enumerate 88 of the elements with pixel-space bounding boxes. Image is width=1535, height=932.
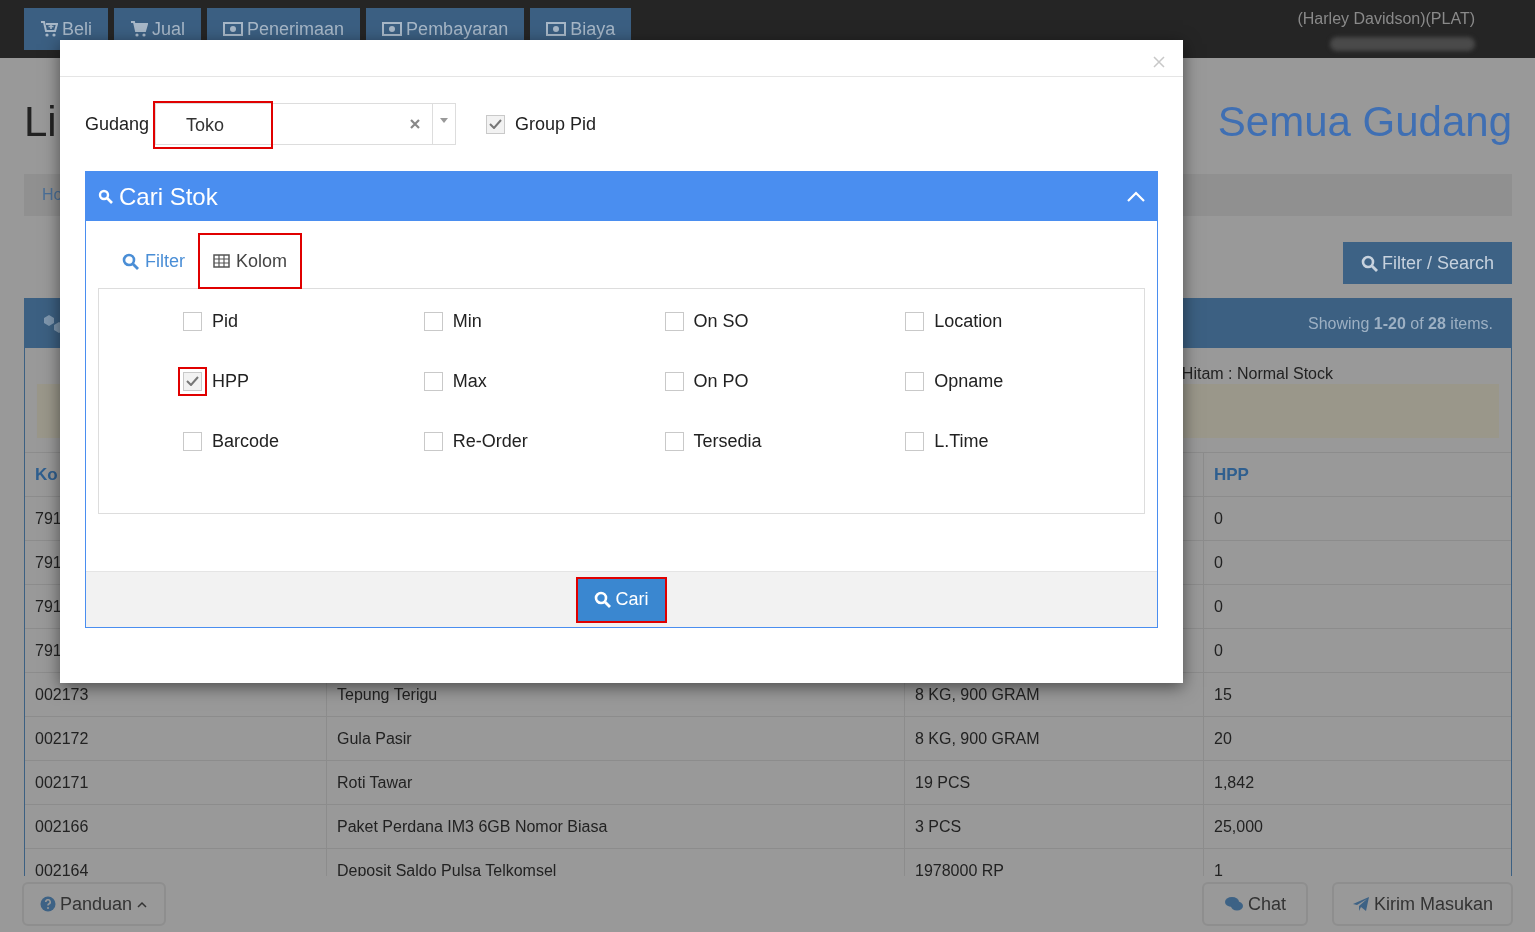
checkbox-label[interactable]: HPP	[212, 367, 249, 395]
checkbox-label[interactable]: On SO	[693, 307, 749, 335]
search-icon	[1360, 254, 1378, 272]
checkbox-label[interactable]: Location	[934, 307, 1003, 335]
table-cell-text: 25,000	[1214, 816, 1263, 837]
table-cell-text: Paket Perdana IM3 6GB Nomor Biasa	[337, 816, 608, 837]
checkbox[interactable]	[664, 371, 684, 391]
table-cell-text: 791	[35, 508, 62, 529]
check-icon	[186, 376, 199, 386]
checkbox[interactable]	[423, 371, 443, 391]
checkbox-label[interactable]: Pid	[212, 307, 238, 335]
guide-button[interactable]: Panduan	[22, 882, 167, 926]
check-icon	[489, 119, 503, 129]
table-cell-text: 791	[35, 552, 62, 573]
table-cell-text: 15	[1214, 684, 1232, 705]
page-title: Li	[24, 96, 57, 147]
table-cell-text: 19 PCS	[915, 772, 971, 793]
table-cell-text: 002173	[35, 684, 89, 705]
table-cell-text: 8 KG, 900 GRAM	[915, 728, 1040, 749]
table-cell-text: 791	[35, 640, 62, 661]
close-icon	[1153, 56, 1165, 68]
checkbox-label[interactable]: Group Pid	[515, 110, 597, 138]
table-cell-text: 20	[1214, 728, 1232, 749]
table-cell-text: 0	[1214, 508, 1223, 529]
table-cell-text: 0	[1214, 552, 1223, 573]
feedback-button[interactable]: Kirim Masukan	[1331, 882, 1513, 926]
checkbox-label[interactable]: Tersedia	[693, 427, 762, 455]
table-cell-text: 3 PCS	[915, 816, 962, 837]
checkbox-label[interactable]: Max	[452, 367, 487, 395]
checkbox-label[interactable]: Barcode	[212, 427, 280, 455]
warehouse-title: Semua Gudang	[1217, 96, 1512, 147]
table-cell-text: 791	[35, 596, 62, 617]
table-cell-text: Tepung Terigu	[337, 684, 438, 705]
chevron-up-icon[interactable]	[1127, 190, 1145, 203]
clear-icon	[410, 119, 421, 129]
checkbox[interactable]	[664, 311, 684, 331]
item-count: Showing 1-20 of 28 items.	[1308, 313, 1493, 334]
table-cell-text: Gula Pasir	[337, 728, 412, 749]
checkbox-label[interactable]: On PO	[693, 367, 749, 395]
checkbox-label[interactable]: L.Time	[934, 427, 989, 455]
legend-text: Hitam : Normal Stock	[1181, 364, 1333, 384]
chat-button[interactable]: Chat	[1201, 882, 1308, 926]
caret-up-icon	[136, 900, 149, 908]
table-cell-text: 1	[1214, 860, 1223, 881]
search-icon	[594, 591, 612, 608]
tab[interactable]: Kolom	[199, 234, 302, 288]
table-cell-text: Roti Tawar	[337, 772, 413, 793]
table-cell-text: Deposit Saldo Pulsa Telkomsel	[337, 860, 557, 881]
banknote-icon	[546, 22, 567, 36]
table-cell-text: 002164	[35, 860, 89, 881]
checkbox[interactable]	[423, 311, 443, 331]
table-cell-text: 0	[1214, 640, 1223, 661]
field-label: Gudang	[85, 112, 151, 136]
table-icon	[213, 254, 230, 268]
banknote-icon	[382, 22, 403, 36]
selected-value: Toko	[155, 103, 272, 147]
banknote-icon	[223, 22, 244, 36]
table-cell-text: 0	[1214, 596, 1223, 617]
checkbox[interactable]	[905, 371, 925, 391]
filter-search-button[interactable]: Filter / Search	[1342, 242, 1512, 284]
cart-plus-icon	[40, 21, 58, 37]
table-cell-text: 002171	[35, 772, 89, 793]
checkbox[interactable]	[423, 431, 443, 451]
checkbox-label[interactable]: Re-Order	[452, 427, 528, 455]
cart-icon	[130, 21, 148, 37]
checkbox[interactable]	[905, 311, 925, 331]
paper-plane-icon	[1351, 896, 1370, 912]
checkbox[interactable]	[183, 371, 202, 391]
help-icon	[40, 896, 56, 912]
table-cell-text: 002166	[35, 816, 89, 837]
panel-title: Cari Stok	[119, 181, 218, 212]
checkbox[interactable]	[664, 431, 684, 451]
chat-icon	[1223, 896, 1244, 912]
dropdown-caret-icon	[440, 118, 449, 123]
checkbox[interactable]	[905, 431, 925, 451]
table-cell-text: 8 KG, 900 GRAM	[915, 684, 1040, 705]
checkbox-label[interactable]: Opname	[934, 367, 1004, 395]
table-cell-text: 1,842	[1214, 772, 1255, 793]
table-cell-text: 1978000 RP	[915, 860, 1004, 881]
search-icon	[122, 252, 139, 270]
checkbox[interactable]	[486, 114, 506, 134]
search-button[interactable]: Cari	[578, 578, 665, 621]
checkbox[interactable]	[183, 311, 202, 331]
table-cell-text: 002172	[35, 728, 89, 749]
user-name: (Harley Davidson)(PLAT)	[1297, 9, 1475, 29]
search-icon	[98, 189, 113, 204]
checkbox-label[interactable]: Min	[452, 307, 482, 335]
checkbox[interactable]	[183, 431, 202, 451]
